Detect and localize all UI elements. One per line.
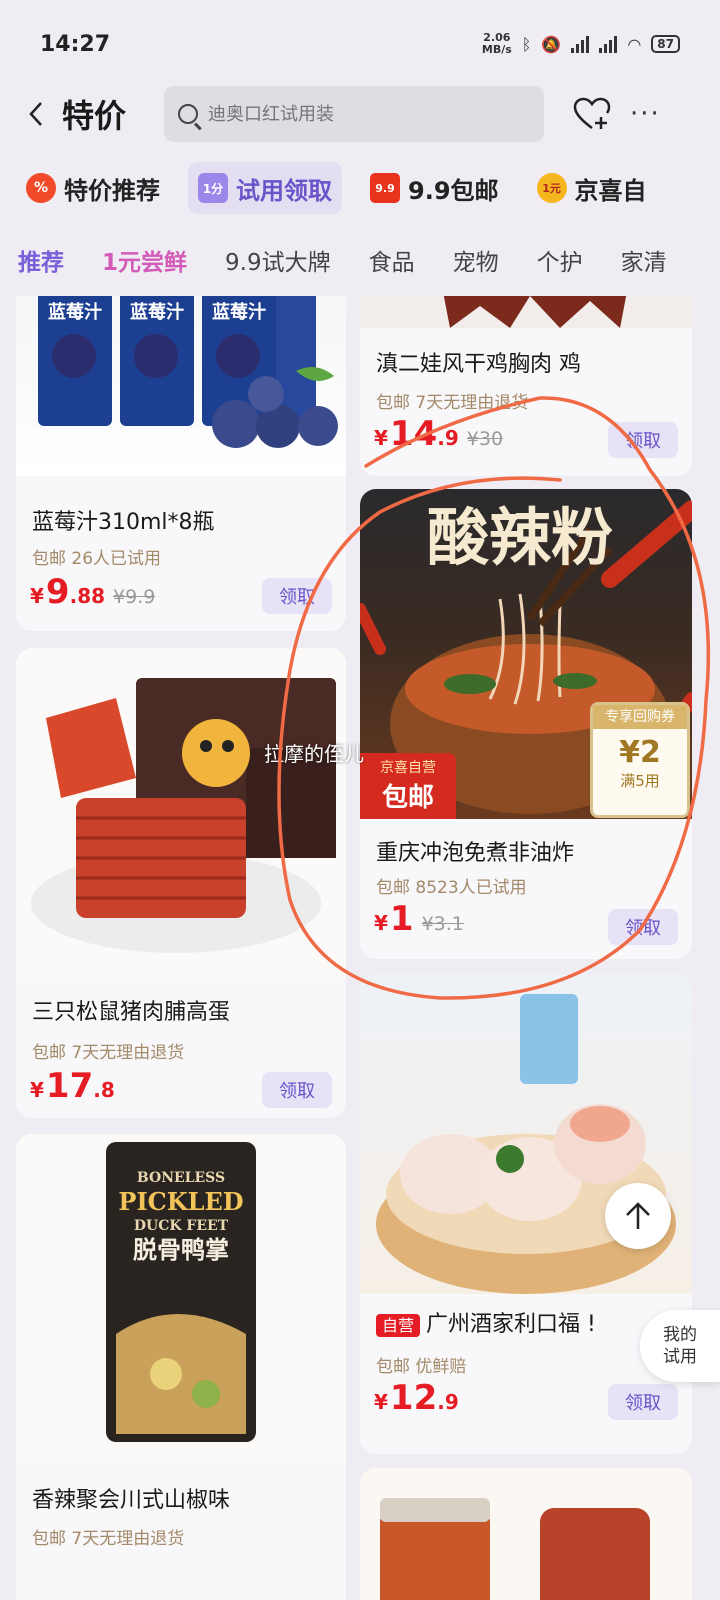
top-bar: 特价 ··· bbox=[0, 84, 720, 144]
net-speed: 2.06 MB/s bbox=[481, 31, 512, 56]
back-button[interactable] bbox=[16, 94, 56, 134]
tab-pets[interactable]: 宠物 bbox=[453, 243, 499, 277]
wifi-icon: ◠ bbox=[627, 34, 642, 54]
bluetooth-icon: ᛒ bbox=[521, 34, 532, 54]
channel-special-picks[interactable]: % 特价推荐 bbox=[16, 162, 170, 214]
svg-text:BONELESS: BONELESS bbox=[137, 1170, 225, 1186]
tab-food[interactable]: 食品 bbox=[369, 243, 415, 277]
my-trial-button[interactable]: 我的 试用 bbox=[640, 1310, 720, 1382]
svg-text:蓝莓汁: 蓝莓汁 bbox=[212, 301, 266, 323]
battery-icon: 87 bbox=[651, 35, 680, 53]
signal-icon-2 bbox=[599, 35, 618, 53]
trial-bag-icon: 1分 bbox=[198, 173, 228, 203]
search-icon bbox=[178, 104, 198, 124]
claim-button[interactable]: 领取 bbox=[262, 578, 332, 614]
promo-tag: 京喜自营 包邮 bbox=[360, 753, 456, 819]
product-image bbox=[360, 1468, 692, 1600]
favorite-button[interactable] bbox=[572, 94, 612, 134]
claim-button[interactable]: 领取 bbox=[608, 422, 678, 458]
product-image bbox=[360, 296, 692, 328]
channel-jingxi[interactable]: 1元 京喜自 bbox=[527, 162, 657, 214]
tab-recommended[interactable]: 推荐 bbox=[18, 243, 64, 277]
claim-button[interactable]: 领取 bbox=[608, 1384, 678, 1420]
arrow-up-icon bbox=[626, 1202, 650, 1229]
svg-text:蓝莓汁: 蓝莓汁 bbox=[130, 301, 184, 323]
percent-fire-icon: % bbox=[26, 173, 56, 203]
product-meta: 包邮 8523人已试用 bbox=[376, 878, 527, 898]
svg-text:脱骨鸭掌: 脱骨鸭掌 bbox=[133, 1236, 229, 1264]
signal-icon bbox=[571, 35, 590, 53]
jar-image bbox=[380, 1498, 650, 1600]
product-image bbox=[16, 648, 346, 978]
blueberry-juice-image: 蓝莓汁 蓝莓汁 蓝莓汁 bbox=[38, 296, 338, 448]
search-input[interactable] bbox=[208, 103, 508, 125]
coin-icon: 1元 bbox=[536, 173, 567, 203]
product-price: ¥12.9 bbox=[374, 1378, 459, 1418]
chevron-left-icon bbox=[29, 102, 42, 126]
channel-nine-nine[interactable]: 9.9 9.9包邮 bbox=[360, 162, 509, 214]
product-price: ¥14.9 ¥30 bbox=[374, 414, 504, 454]
status-time: 14:27 bbox=[40, 31, 111, 57]
product-meta: 包邮 26人已试用 bbox=[32, 549, 162, 569]
svg-text:酸辣粉: 酸辣粉 bbox=[427, 501, 613, 574]
status-icons: 2.06 MB/s ᛒ 🔕 ◠ 87 bbox=[482, 32, 680, 56]
price-tag-icon: 9.9 bbox=[370, 173, 400, 203]
status-bar: 14:27 2.06 MB/s ᛒ 🔕 ◠ 87 bbox=[0, 0, 720, 88]
more-icon[interactable]: ··· bbox=[630, 99, 661, 129]
product-meta: 包邮 7天无理由退货 bbox=[376, 393, 529, 413]
heart-plus-icon bbox=[573, 97, 611, 130]
dried-chicken-image bbox=[443, 296, 627, 328]
tab-personal-care[interactable]: 个护 bbox=[537, 243, 583, 277]
back-to-top-button[interactable] bbox=[605, 1183, 671, 1249]
product-card-jar[interactable] bbox=[360, 1468, 692, 1600]
product-name: 重庆冲泡免煮非油炸 bbox=[376, 841, 575, 866]
product-name: 香辣聚会川式山椒味 bbox=[32, 1488, 231, 1513]
product-image: BONELESS PICKLED DUCK FEET 脱骨鸭掌 bbox=[16, 1134, 346, 1464]
product-image: 蓝莓汁 蓝莓汁 蓝莓汁 bbox=[16, 296, 346, 476]
repurchase-coupon[interactable]: 专享回购券 ¥2 满5用 bbox=[590, 702, 690, 818]
watermark-text: 拉摩的侄儿 bbox=[264, 742, 364, 766]
pickled-duck-feet-image: BONELESS PICKLED DUCK FEET 脱骨鸭掌 bbox=[106, 1142, 256, 1442]
product-price: ¥9.88 ¥9.9 bbox=[30, 572, 156, 612]
channel-trial-claim[interactable]: 1分 试用领取 bbox=[188, 162, 342, 214]
product-card-chicken[interactable]: 滇二娃风干鸡胸肉 鸡 包邮 7天无理由退货 ¥14.9 ¥30 领取 bbox=[360, 296, 692, 476]
tab-big-brand[interactable]: 9.9试大牌 bbox=[225, 243, 331, 277]
page-title: 特价 bbox=[62, 97, 127, 135]
mute-icon: 🔕 bbox=[541, 34, 562, 54]
product-card-blueberry[interactable]: 蓝莓汁 蓝莓汁 蓝莓汁 蓝莓汁310ml*8瓶 包邮 26人已试用 ¥9.88 ¥… bbox=[16, 296, 346, 631]
product-name: 蓝莓汁310ml*8瓶 bbox=[32, 510, 215, 535]
product-meta: 包邮 7天无理由退货 bbox=[32, 1529, 185, 1549]
svg-text:PICKLED: PICKLED bbox=[118, 1187, 243, 1216]
channel-bar: % 特价推荐 1分 试用领取 9.9 9.9包邮 1元 京喜自 bbox=[0, 160, 720, 216]
claim-button[interactable]: 领取 bbox=[608, 909, 678, 945]
product-price: ¥1 ¥3.1 bbox=[374, 899, 464, 939]
self-operated-badge: 自营 bbox=[376, 1314, 421, 1337]
claim-button[interactable]: 领取 bbox=[262, 1072, 332, 1108]
product-card-duck[interactable]: BONELESS PICKLED DUCK FEET 脱骨鸭掌 香辣聚会川式山椒… bbox=[16, 1134, 346, 1600]
product-name: 三只松鼠猪肉脯高蛋 bbox=[32, 1000, 231, 1025]
category-tabs: 推荐 1元尝鲜 9.9试大牌 食品 宠物 个护 家清 bbox=[0, 232, 720, 288]
tab-one-yuan[interactable]: 1元尝鲜 bbox=[102, 243, 187, 277]
svg-text:DUCK FEET: DUCK FEET bbox=[134, 1218, 229, 1234]
svg-text:蓝莓汁: 蓝莓汁 bbox=[48, 301, 102, 323]
search-box[interactable] bbox=[164, 86, 544, 142]
product-price: ¥17.8 bbox=[30, 1066, 115, 1106]
product-meta: 包邮 7天无理由退货 bbox=[32, 1043, 185, 1063]
tab-household[interactable]: 家清 bbox=[621, 243, 667, 277]
product-card-jerky[interactable]: 三只松鼠猪肉脯高蛋 包邮 7天无理由退货 ¥17.8 领取 bbox=[16, 648, 346, 1118]
pork-jerky-image bbox=[31, 678, 336, 953]
product-feed: 蓝莓汁 蓝莓汁 蓝莓汁 蓝莓汁310ml*8瓶 包邮 26人已试用 ¥9.88 ¥… bbox=[0, 296, 720, 1600]
product-name: 滇二娃风干鸡胸肉 鸡 bbox=[376, 352, 581, 377]
product-meta: 包邮 优鲜赔 bbox=[376, 1357, 467, 1377]
